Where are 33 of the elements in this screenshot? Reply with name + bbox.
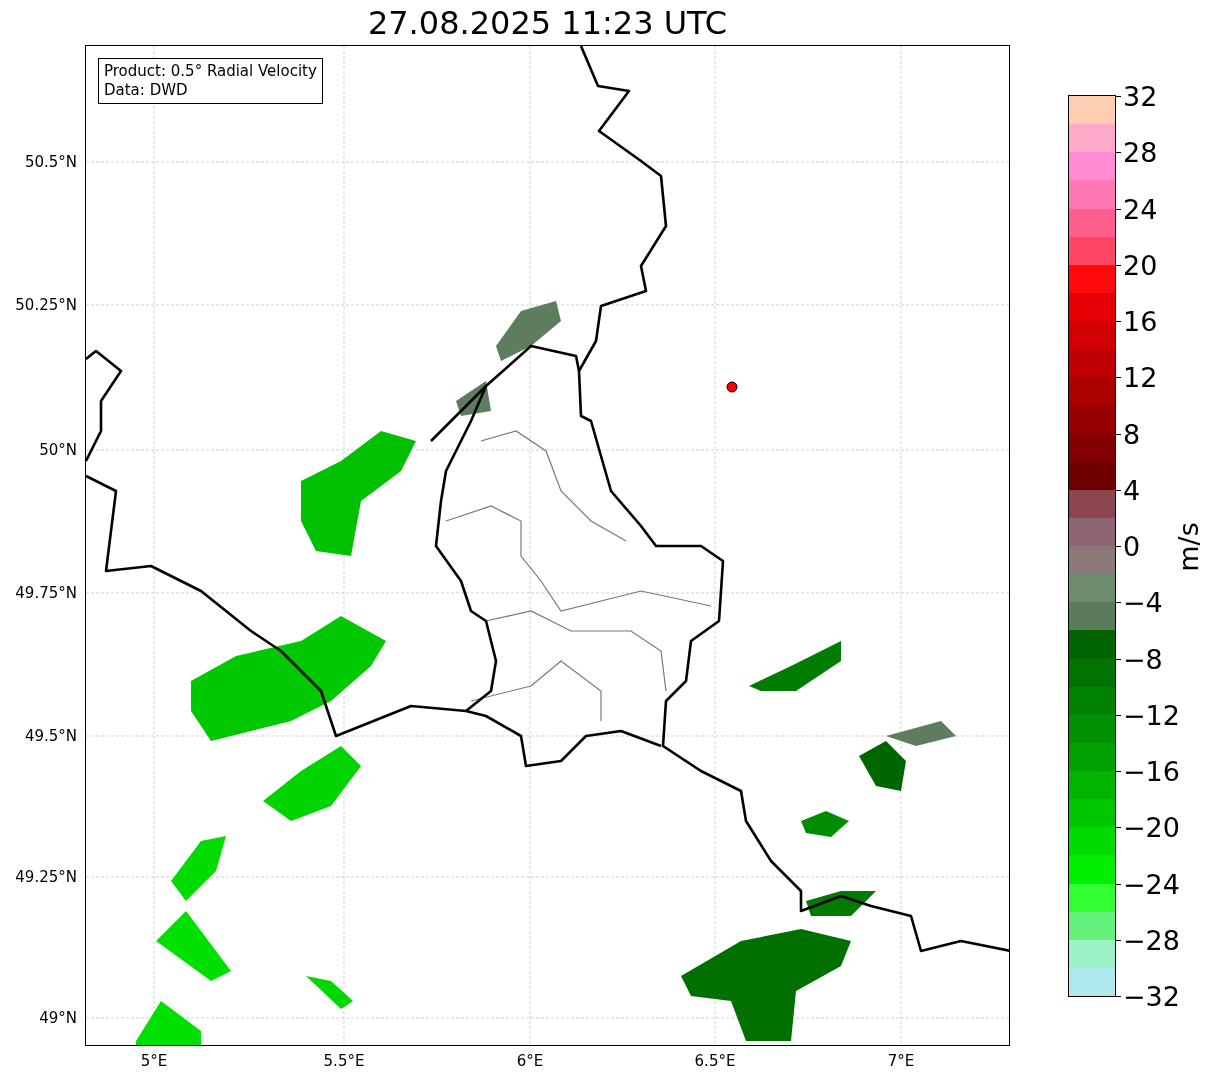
longitude-label: 6°E xyxy=(516,1052,544,1070)
latitude-label: 49.25°N xyxy=(15,868,77,886)
colorbar-label: 16 xyxy=(1123,305,1158,337)
latitude-label: 50.5°N xyxy=(24,153,77,171)
info-text: Data: DWD xyxy=(104,81,189,100)
colorbar-label: 32 xyxy=(1123,80,1158,112)
colorbar-label: −8 xyxy=(1123,643,1163,674)
colorbar-label: 20 xyxy=(1123,249,1158,281)
longitude-label: 5.5°E xyxy=(323,1052,365,1070)
colorbar-label: −28 xyxy=(1123,924,1180,956)
colorbar-label: −32 xyxy=(1123,980,1180,1012)
latitude-label: 49°N xyxy=(39,1009,77,1027)
colorbar-label: −16 xyxy=(1123,755,1180,787)
colorbar-label: 8 xyxy=(1123,418,1141,449)
longitude-label: 6.5°E xyxy=(694,1052,736,1070)
colorbar-unit: m/s xyxy=(1172,522,1204,572)
colorbar-label: −12 xyxy=(1123,699,1180,731)
colorbar-label: 24 xyxy=(1123,193,1158,224)
colorbar-label: −24 xyxy=(1123,868,1180,899)
colorbar-label: −4 xyxy=(1123,586,1163,618)
chart-title: 27.08.2025 11:23 UTC xyxy=(367,6,728,39)
colorbar-label: 0 xyxy=(1123,530,1141,562)
colorbar-label: 12 xyxy=(1123,361,1158,393)
longitude-label: 7°E xyxy=(887,1052,915,1070)
latitude-label: 50°N xyxy=(39,441,77,459)
latitude-label: 49.5°N xyxy=(24,727,77,745)
latitude-label: 50.25°N xyxy=(15,296,77,314)
colorbar-label: 4 xyxy=(1123,474,1141,506)
colorbar-label: 28 xyxy=(1123,136,1158,168)
info-text: Product: 0.5° Radial Velocity xyxy=(104,62,317,81)
longitude-label: 5°E xyxy=(140,1052,168,1070)
latitude-label: 49.75°N xyxy=(15,584,77,602)
colorbar-label: −20 xyxy=(1123,811,1180,843)
